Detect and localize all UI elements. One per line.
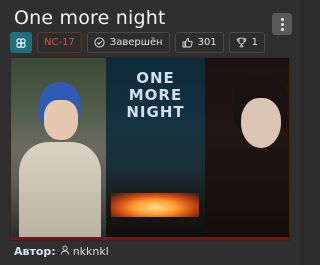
author-name-link[interactable]: nkknkl — [73, 245, 109, 258]
cover-figure-right-face — [241, 98, 281, 148]
more-menu-button[interactable] — [272, 13, 292, 35]
checkmark-circle-icon — [94, 37, 105, 48]
cover-figure-left-face — [44, 100, 78, 140]
author-label: Автор: — [14, 245, 56, 258]
badges-row: NC-17 Завершён 301 1 — [10, 32, 266, 53]
kebab-menu-icon — [280, 17, 284, 31]
cover-image[interactable]: ONE MORE NIGHT — [10, 57, 290, 241]
cover-bottom-bar — [11, 237, 289, 240]
trophy-icon — [236, 37, 247, 48]
awards-count: 1 — [251, 37, 259, 48]
user-icon — [60, 245, 70, 258]
status-badge[interactable]: Завершён — [86, 32, 170, 53]
awards-badge[interactable]: 1 — [228, 32, 266, 53]
cover-title-line: MORE — [128, 86, 183, 104]
likes-count: 301 — [197, 37, 217, 48]
focus-badge[interactable] — [10, 32, 32, 53]
status-label: Завершён — [109, 37, 163, 48]
fanfic-card: One more night NC-17 Завершён 301 1 ONE … — [0, 0, 300, 265]
cover-title-line: ONE — [136, 69, 175, 87]
author-line: Автор: nkknkl — [14, 245, 109, 258]
likes-badge[interactable]: 301 — [174, 32, 224, 53]
cover-fire — [111, 193, 199, 217]
cover-title-text: ONE MORE NIGHT — [106, 70, 205, 121]
work-title[interactable]: One more night — [14, 7, 166, 29]
thumbs-up-icon — [182, 37, 193, 48]
rating-badge[interactable]: NC-17 — [37, 32, 82, 53]
cover-figure-left-body — [19, 142, 101, 240]
focus-icon — [15, 37, 27, 49]
rating-label: NC-17 — [44, 37, 75, 48]
cover-title-line: NIGHT — [126, 103, 185, 121]
